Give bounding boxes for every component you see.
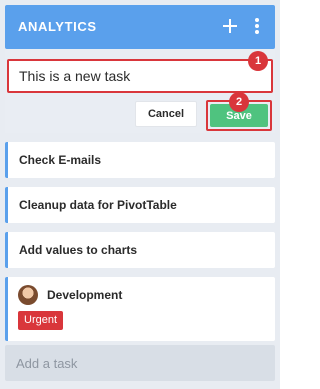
column-header: ANALYTICS xyxy=(5,5,275,49)
menu-dot xyxy=(255,24,259,28)
plus-icon[interactable] xyxy=(221,17,239,35)
add-task-button[interactable]: Add a task xyxy=(5,345,275,381)
task-card-development[interactable]: Development Urgent xyxy=(5,277,275,341)
urgent-tag: Urgent xyxy=(18,311,64,330)
task-label: Add values to charts xyxy=(19,243,138,257)
task-card[interactable]: Check E-mails xyxy=(5,142,275,178)
step-badge-1: 1 xyxy=(248,51,268,71)
task-card[interactable]: Cleanup data for PivotTable xyxy=(5,187,275,223)
task-label: Development xyxy=(47,288,123,302)
new-task-input[interactable] xyxy=(7,59,273,93)
new-task-editor: Cancel Save xyxy=(5,49,275,133)
task-label: Check E-mails xyxy=(19,153,102,167)
add-task-label: Add a task xyxy=(16,356,78,371)
column-title: ANALYTICS xyxy=(18,19,97,34)
menu-dot xyxy=(255,30,259,34)
avatar xyxy=(18,285,38,305)
cancel-button[interactable]: Cancel xyxy=(135,101,197,127)
more-vertical-icon[interactable] xyxy=(253,18,261,36)
task-label: Cleanup data for PivotTable xyxy=(19,198,177,212)
analytics-column: ANALYTICS Cancel Save 1 2 Check E-mails … xyxy=(0,0,280,389)
menu-dot xyxy=(255,18,259,22)
step-badge-2: 2 xyxy=(229,92,249,112)
task-card[interactable]: Add values to charts xyxy=(5,232,275,268)
